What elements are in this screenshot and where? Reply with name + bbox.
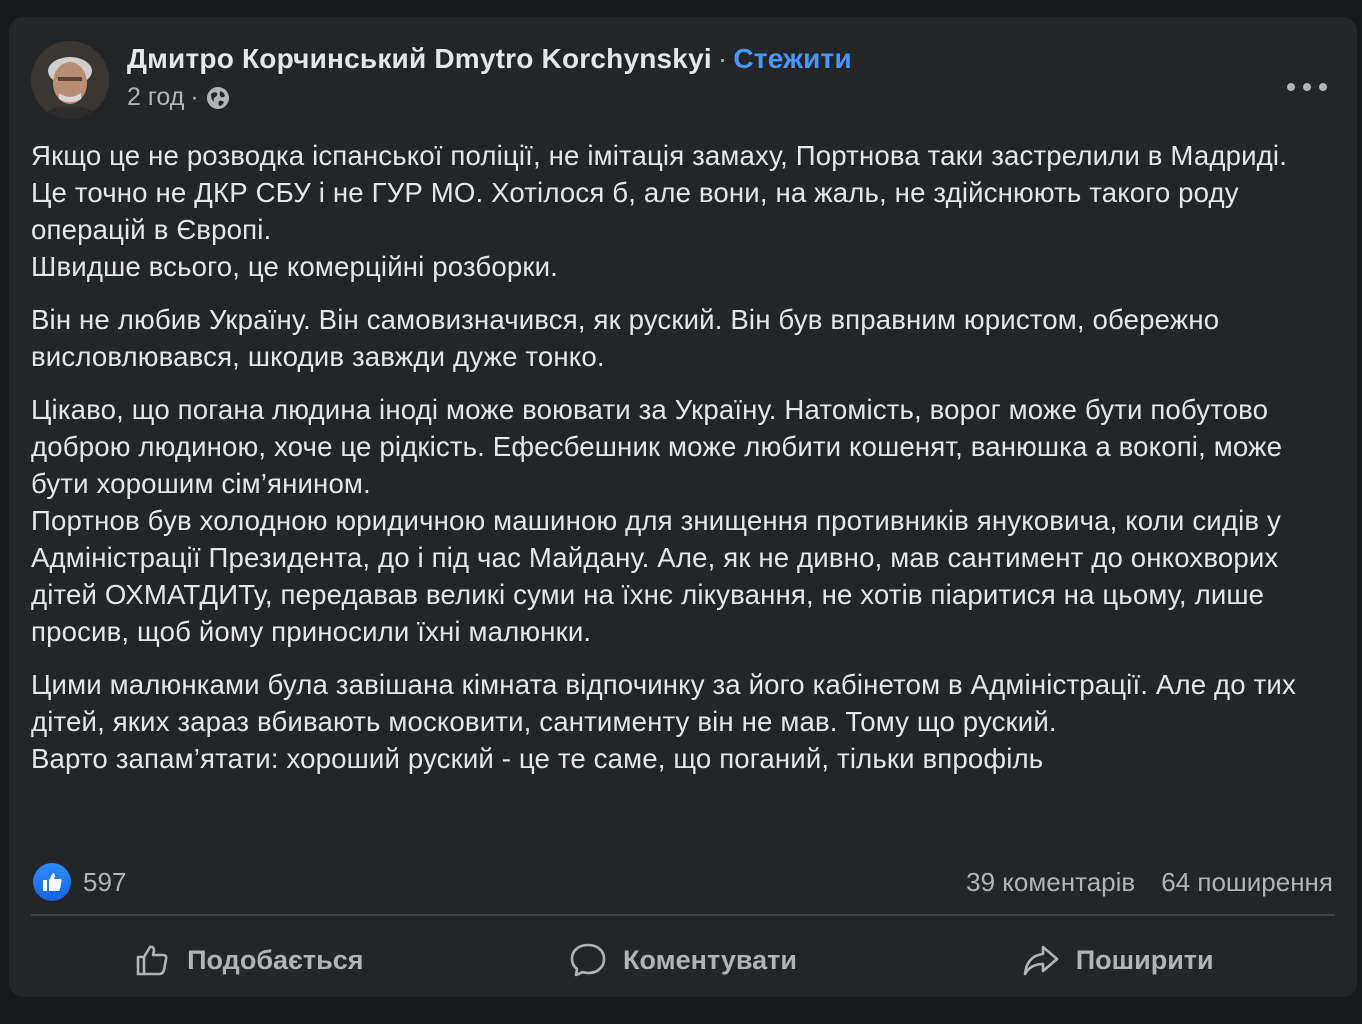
author-avatar[interactable] (31, 41, 109, 119)
post-header: Дмитро Корчинський Dmytro Korchynskyi · Ст… (31, 41, 1335, 121)
thumbs-up-icon (136, 945, 168, 976)
like-count[interactable]: 597 (83, 867, 126, 898)
post-timestamp[interactable]: 2 год (127, 83, 184, 112)
post-paragraph: Цікаво, що погана людина іноді може воюв… (31, 394, 1283, 647)
author-separator: · (717, 43, 728, 74)
post-card: Дмитро Корчинський Dmytro Korchynskyi · Ст… (9, 17, 1357, 997)
post-paragraph: Цими малюнками була завішана кімната від… (31, 669, 1296, 774)
post-meta: 2 год · (127, 83, 231, 112)
actions-divider (31, 914, 1335, 916)
follow-button[interactable]: Стежити (733, 43, 852, 74)
author-line: Дмитро Корчинський Dmytro Korchynskyi · Ст… (127, 43, 852, 75)
globe-icon[interactable] (205, 85, 231, 111)
comment-button[interactable]: Коментувати (466, 927, 901, 993)
like-button[interactable]: Подобається (31, 927, 466, 993)
like-button-label: Подобається (187, 944, 364, 975)
comment-button-label: Коментувати (623, 944, 797, 975)
meta-separator: · (190, 83, 199, 111)
post-paragraph: Якщо це не розводка іспанської поліції, … (31, 140, 1288, 282)
more-options-icon[interactable] (1287, 75, 1327, 99)
avatar-portrait-icon (31, 41, 109, 119)
share-button-label: Поширити (1075, 944, 1214, 975)
like-reaction-icon[interactable] (33, 863, 71, 901)
shares-count[interactable]: 64 поширення (1161, 867, 1333, 898)
comment-bubble-icon (570, 943, 606, 977)
share-arrow-icon (1023, 945, 1059, 976)
engagement-stats: 39 коментарів 64 поширення (966, 867, 1333, 898)
post-stats: 597 39 коментарів 64 поширення (33, 863, 1333, 903)
post-paragraph: Він не любив Україну. Він самовизначився… (31, 304, 1220, 372)
author-name[interactable]: Дмитро Корчинський Dmytro Korchynskyi (127, 43, 712, 74)
share-button[interactable]: Поширити (900, 927, 1335, 993)
comments-count[interactable]: 39 коментарів (966, 867, 1135, 898)
post-body: Якщо це не розводка іспанської поліції, … (31, 137, 1343, 793)
post-actions: Подобається Коментувати Поширити (31, 927, 1335, 993)
